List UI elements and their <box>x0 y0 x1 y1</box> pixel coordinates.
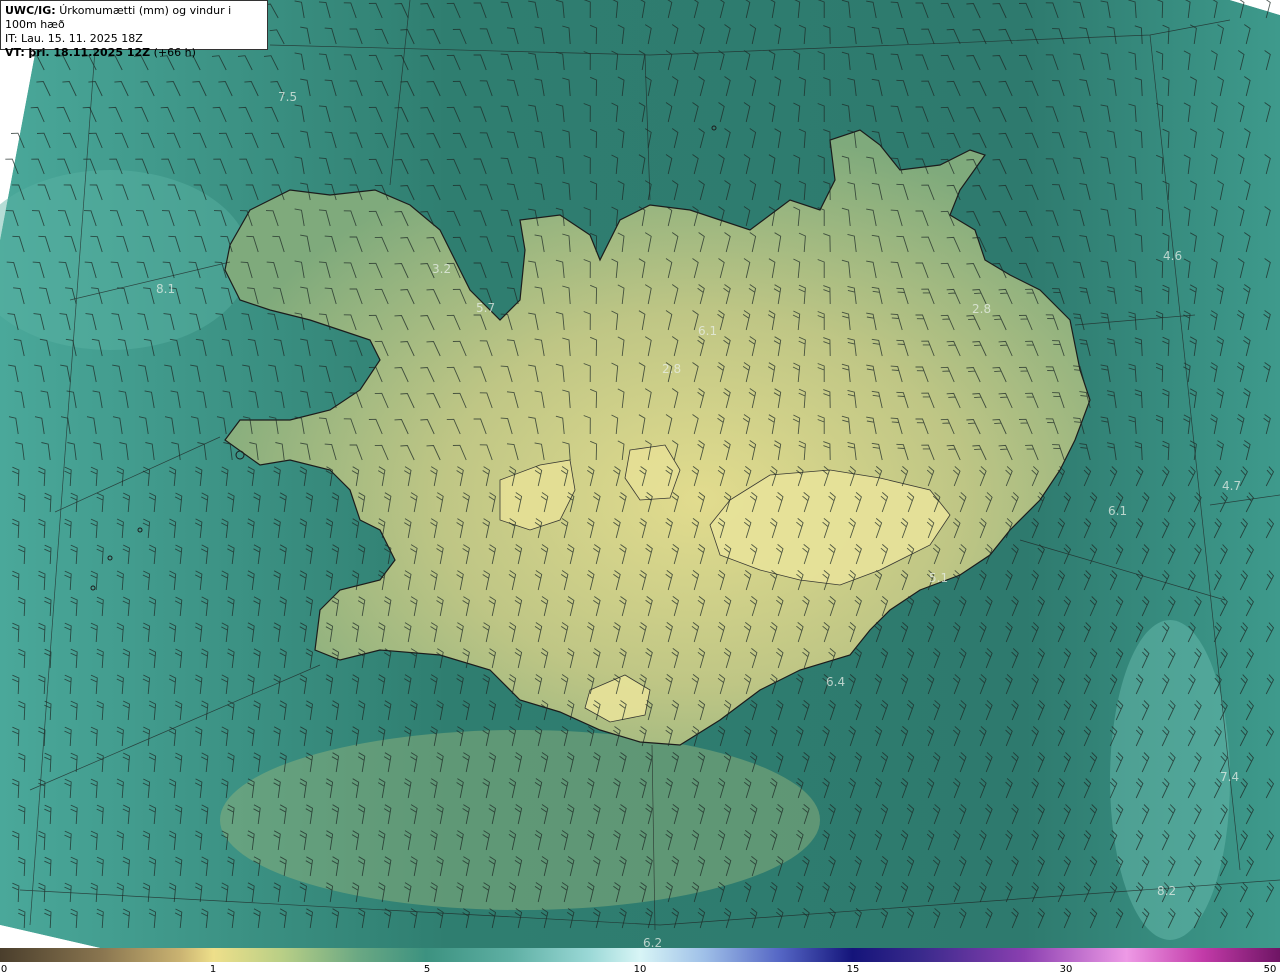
value-label: 6.1 <box>1108 504 1127 518</box>
value-label: 6.1 <box>698 324 717 338</box>
forecast-map[interactable]: 7.5 8.1 3.2 5.7 6.1 2.8 2.8 4.6 4.7 6.1 … <box>0 0 1280 948</box>
value-label: 4.7 <box>1222 479 1241 493</box>
value-label: 7.4 <box>1220 770 1239 784</box>
colorbar-tick: 10 <box>633 964 647 975</box>
colorbar-tick: 5 <box>423 964 431 975</box>
map-title-box: UWC/IG: Úrkomumætti (mm) og vindur i 100… <box>0 0 268 59</box>
initial-time: IT: Lau. 15. 11. 2025 18Z <box>5 32 143 45</box>
product-name: UWC/IG: <box>5 4 56 17</box>
lead-time: (+66 h) <box>153 46 196 59</box>
valid-time-label: VT: <box>5 46 25 59</box>
value-label: 4.6 <box>1163 249 1182 263</box>
value-label: 2.8 <box>972 302 991 316</box>
colorbar-tick: 30 <box>1059 964 1073 975</box>
value-label: 8.2 <box>1157 884 1176 898</box>
value-label: 6.2 <box>643 936 662 948</box>
title-line: UWC/IG: Úrkomumætti (mm) og vindur i 100… <box>5 4 263 32</box>
precip-plume-south <box>220 730 820 910</box>
valid-time: þri. 18.11.2025 12Z <box>28 46 151 59</box>
value-label: 8.1 <box>156 282 175 296</box>
value-label: 5.7 <box>476 301 495 315</box>
colorbar-tick: 1 <box>209 964 217 975</box>
value-label: 5.1 <box>929 571 948 585</box>
colorbar-tick: 15 <box>846 964 860 975</box>
value-label: 6.4 <box>826 675 845 689</box>
value-label: 7.5 <box>278 90 297 104</box>
value-label: 3.2 <box>432 262 451 276</box>
value-label: 2.8 <box>662 362 681 376</box>
valid-time-line: VT: þri. 18.11.2025 12Z (+66 h) <box>5 46 263 60</box>
colorbar-tick: 0 <box>0 964 8 975</box>
precip-colorbar <box>0 948 1280 962</box>
colorbar-tick: 50 <box>1263 964 1277 975</box>
